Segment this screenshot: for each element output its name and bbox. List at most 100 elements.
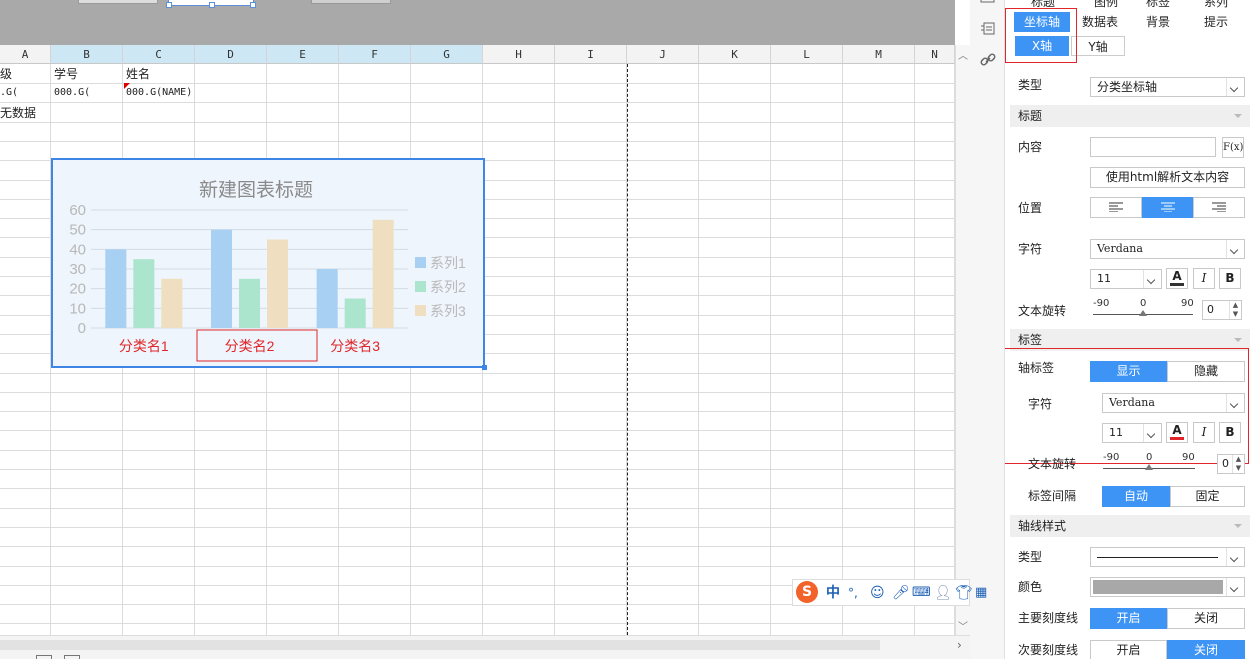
major-tick-on-button[interactable]: 开启 (1090, 608, 1167, 629)
label-rotate-spinner[interactable]: 0 ▲ ▼ (1217, 454, 1245, 474)
horizontal-scrollbar[interactable]: › (0, 635, 970, 659)
spinner-arrows-icon[interactable]: ▲ ▼ (1232, 455, 1244, 473)
formula-button[interactable]: F(x) (1222, 137, 1244, 158)
column-header-a[interactable]: A (0, 45, 51, 64)
minor-tick-off-button[interactable]: 关闭 (1167, 640, 1245, 659)
interval-fixed-button[interactable]: 固定 (1170, 486, 1245, 507)
html-parse-button[interactable]: 使用html解析文本内容 (1090, 167, 1245, 188)
font-color-swatch (1170, 283, 1184, 286)
minor-tick-on-button[interactable]: 开启 (1090, 640, 1167, 659)
font-color-button[interactable]: A (1166, 268, 1188, 289)
column-header-f[interactable]: F (339, 45, 411, 64)
font-size-select[interactable]: 11 (1090, 269, 1162, 289)
selected-element-frame[interactable] (166, 0, 256, 8)
tab-series[interactable]: 系列 (1187, 0, 1245, 12)
ime-lang-toggle[interactable]: 中 (826, 584, 840, 602)
scroll-down-icon[interactable]: ﹀ (958, 618, 968, 633)
align-center-button[interactable] (1142, 197, 1193, 218)
slider-knob[interactable] (1139, 310, 1147, 316)
column-header-l[interactable]: L (771, 45, 843, 64)
section-axisline[interactable]: 轴线样式 (1010, 515, 1250, 537)
column-header-c[interactable]: C (123, 45, 195, 64)
align-left-button[interactable] (1090, 197, 1142, 218)
cell-b2[interactable]: 000.G( (54, 84, 122, 102)
emoji-icon[interactable]: ☺ (870, 584, 885, 602)
user-icon[interactable]: 👤︎ (934, 584, 952, 602)
toolbar-element[interactable] (78, 0, 158, 4)
show-label-button[interactable]: 显示 (1090, 361, 1167, 382)
chart-resize-handle[interactable] (482, 365, 487, 370)
microphone-icon[interactable]: 🎤︎ (892, 584, 910, 602)
scroll-up-icon[interactable]: ︿ (958, 47, 968, 62)
italic-button[interactable]: I (1193, 268, 1215, 289)
slider-knob[interactable] (1145, 464, 1153, 470)
label-font-size-select[interactable]: 11 (1102, 423, 1162, 443)
collapse-icon (1234, 524, 1242, 528)
ime-punct-toggle[interactable]: °, (848, 584, 858, 602)
align-right-button[interactable] (1193, 197, 1245, 218)
toolbox-icon[interactable]: ▦ (975, 584, 987, 602)
axis-type-select[interactable]: 分类坐标轴 (1090, 77, 1245, 97)
tab-legend[interactable]: 图例 (1077, 0, 1135, 12)
tab-background[interactable]: 背景 (1129, 12, 1187, 32)
vertical-scrollbar[interactable]: ︿ ﹀ (955, 45, 970, 635)
section-title[interactable]: 标题 (1010, 105, 1250, 127)
line-color-select[interactable] (1090, 577, 1245, 597)
bold-button[interactable]: B (1219, 268, 1241, 289)
tab-label[interactable]: 标签 (1129, 0, 1187, 12)
font-select[interactable]: Verdana (1090, 239, 1245, 259)
column-header-k[interactable]: K (699, 45, 771, 64)
scroll-right-icon[interactable]: › (957, 638, 962, 652)
interval-auto-button[interactable]: 自动 (1102, 486, 1170, 507)
hide-label-button[interactable]: 隐藏 (1167, 361, 1245, 382)
label-font-color-button[interactable]: A (1166, 422, 1188, 443)
toolbar-element-2[interactable] (311, 0, 391, 4)
chevron-down-icon (1226, 548, 1244, 566)
cell-element-icon[interactable] (980, 22, 996, 36)
line-type-select[interactable] (1090, 547, 1245, 567)
cell-b1[interactable]: 学号 (54, 65, 122, 83)
content-input[interactable] (1090, 137, 1216, 157)
cell-c2[interactable]: 000.G(NAME) (126, 84, 206, 102)
sheet-tab-icon[interactable] (36, 655, 52, 659)
chevron-down-icon (1143, 424, 1161, 442)
label-italic-button[interactable]: I (1193, 422, 1215, 443)
skin-icon[interactable]: 👕︎ (955, 584, 973, 602)
scroll-thumb[interactable] (0, 640, 880, 650)
tab-y-axis[interactable]: Y轴 (1071, 36, 1125, 56)
column-header-g[interactable]: G (411, 45, 483, 64)
tab-datasheet[interactable]: 数据表 (1071, 12, 1129, 32)
column-header-e[interactable]: E (267, 45, 339, 64)
top-toolbar-area (0, 0, 955, 45)
column-header-m[interactable]: M (843, 45, 915, 64)
major-tick-off-button[interactable]: 关闭 (1167, 608, 1245, 629)
bar-chart: 新建图表标题 0 10 20 30 40 50 60 分类名1 分类名2 分类名3 系列1 系列2 系列3 (69, 179, 466, 362)
cell-a1[interactable]: 级 (0, 65, 50, 83)
cell-a3[interactable]: 无数据 (0, 104, 120, 122)
sogou-logo-icon[interactable]: S (796, 581, 818, 603)
rotate-label: 文本旋转 (1018, 304, 1067, 318)
rotate-spinner[interactable]: 0 ▲ ▼ (1202, 300, 1242, 320)
label-rotate-slider[interactable]: -90 0 90 (1103, 453, 1195, 475)
rotate-slider[interactable]: -90 0 90 (1093, 299, 1194, 321)
bar (372, 219, 394, 328)
label-bold-button[interactable]: B (1219, 422, 1241, 443)
section-axisline-label: 轴线样式 (1018, 519, 1067, 533)
panel-icon[interactable] (980, 0, 996, 4)
chart-object[interactable]: 新建图表标题 0 10 20 30 40 50 60 分类名1 分类名2 分类名3 系列1 系列2 系列3 (51, 158, 487, 370)
cell-a2[interactable]: .G( (0, 84, 50, 102)
column-header-h[interactable]: H (483, 45, 555, 64)
column-header-j[interactable]: J (627, 45, 699, 64)
column-header-n[interactable]: N (915, 45, 955, 64)
column-header-b[interactable]: B (51, 45, 123, 64)
tab-tooltip[interactable]: 提示 (1187, 12, 1245, 32)
label-font-select[interactable]: Verdana (1102, 393, 1245, 413)
column-header-i[interactable]: I (555, 45, 627, 64)
sheet-tab-icon-2[interactable] (64, 655, 80, 659)
keyboard-icon[interactable]: ⌨ (912, 584, 931, 602)
spinner-arrows-icon[interactable]: ▲ ▼ (1229, 301, 1241, 319)
axis-type-value: 分类坐标轴 (1097, 80, 1158, 94)
cell-c1[interactable]: 姓名 (126, 65, 194, 83)
link-icon[interactable] (980, 52, 996, 68)
column-header-d[interactable]: D (195, 45, 267, 64)
